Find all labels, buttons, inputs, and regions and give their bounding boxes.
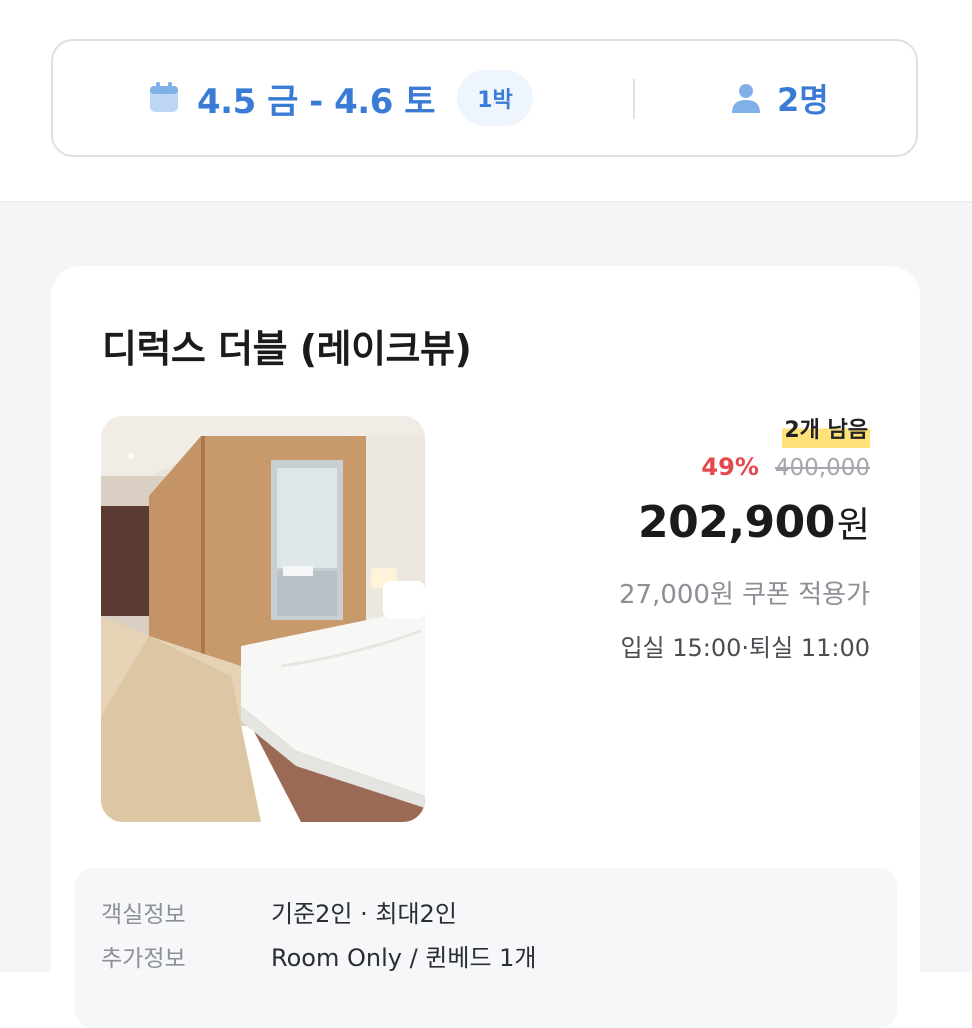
- info-label: 추가정보: [101, 945, 186, 972]
- checkin-checkout-times: 입실 15:00·퇴실 11:00: [620, 634, 870, 662]
- calendar-icon: [150, 82, 178, 112]
- original-price: 400,000: [774, 455, 870, 481]
- divider: [633, 79, 635, 119]
- guest-count-text: 2명: [777, 81, 829, 119]
- nights-badge: 1박: [456, 70, 533, 126]
- room-title: 디럭스 더블 (레이크뷰): [102, 327, 472, 371]
- info-row-extra: 추가정보 Room Only / 퀸베드 1개: [101, 938, 537, 973]
- room-info-box: 객실정보 기준2인 · 최대2인 추가정보 Room Only / 퀸베드 1개: [75, 868, 897, 1028]
- currency-unit: 원: [836, 505, 870, 546]
- info-row-room: 객실정보 기준2인 · 최대2인: [101, 894, 457, 929]
- discount-rate: 49%: [701, 453, 759, 481]
- info-value: Room Only / 퀸베드 1개: [271, 944, 537, 972]
- info-label: 객실정보: [101, 901, 186, 928]
- price-block: 2개 남음 49% 400,000 202,900원 27,000원 쿠폰 적용가…: [470, 414, 870, 664]
- person-icon: [732, 84, 760, 113]
- coupon-note: 27,000원 쿠폰 적용가: [618, 580, 870, 610]
- room-card[interactable]: 디럭스 더블 (레이크뷰) 2개 남음 49% 400,000 202,900원…: [51, 266, 920, 1028]
- room-photo[interactable]: [101, 416, 425, 822]
- search-summary-bar[interactable]: 4.5 금 - 4.6 토 1박 2명: [51, 39, 918, 157]
- date-range-text: 4.5 금 - 4.6 토: [197, 81, 435, 122]
- date-selector[interactable]: 4.5 금 - 4.6 토 1박: [147, 41, 533, 155]
- stock-badge: 2개 남음: [782, 414, 870, 448]
- info-value: 기준2인 · 최대2인: [271, 900, 457, 928]
- guest-selector[interactable]: 2명: [729, 41, 829, 155]
- hotel-room-photo-illustration: [101, 416, 425, 822]
- final-price: 202,900: [637, 497, 835, 548]
